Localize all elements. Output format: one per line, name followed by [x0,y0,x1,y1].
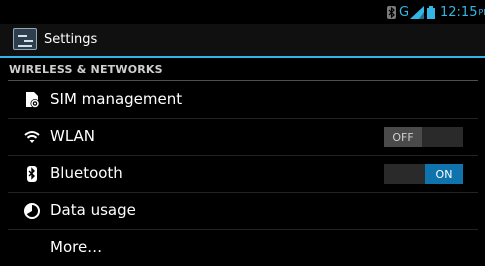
bluetooth-toggle[interactable]: ON [384,164,463,184]
signal-icon: G [399,0,425,24]
settings-item-wlan[interactable]: WLAN OFF [8,119,478,156]
bluetooth-icon [24,166,40,182]
wifi-icon [24,129,40,145]
section-header-wireless-networks: WIRELESS & NETWORKS [8,58,478,81]
data-usage-label: Data usage [50,201,136,219]
section-header-label: WIRELESS & NETWORKS [9,63,163,76]
bluetooth-toggle-on-label: ON [425,164,463,184]
settings-item-sim-management[interactable]: SIM management [8,82,478,119]
status-bar: G 12:15PM [0,0,485,24]
settings-item-bluetooth[interactable]: Bluetooth ON [8,156,478,193]
more-label: More… [50,238,103,256]
page-title: Settings [44,32,98,47]
clock-time: 12:15 [440,4,478,20]
sim-management-label: SIM management [50,90,183,108]
bluetooth-status-icon [387,0,396,24]
wlan-toggle-off-label: OFF [384,127,422,147]
network-type-label: G [399,4,410,20]
data-usage-icon [24,203,40,219]
wlan-label: WLAN [50,127,96,145]
sim-card-icon [24,92,40,108]
settings-item-data-usage[interactable]: Data usage [8,193,478,230]
settings-app-icon[interactable] [13,28,37,50]
action-bar: Settings [0,24,485,58]
clock-ampm: PM [478,7,485,17]
wlan-toggle[interactable]: OFF [384,127,463,147]
battery-icon [427,0,435,24]
status-clock: 12:15PM [440,0,485,24]
bluetooth-label: Bluetooth [50,164,123,182]
